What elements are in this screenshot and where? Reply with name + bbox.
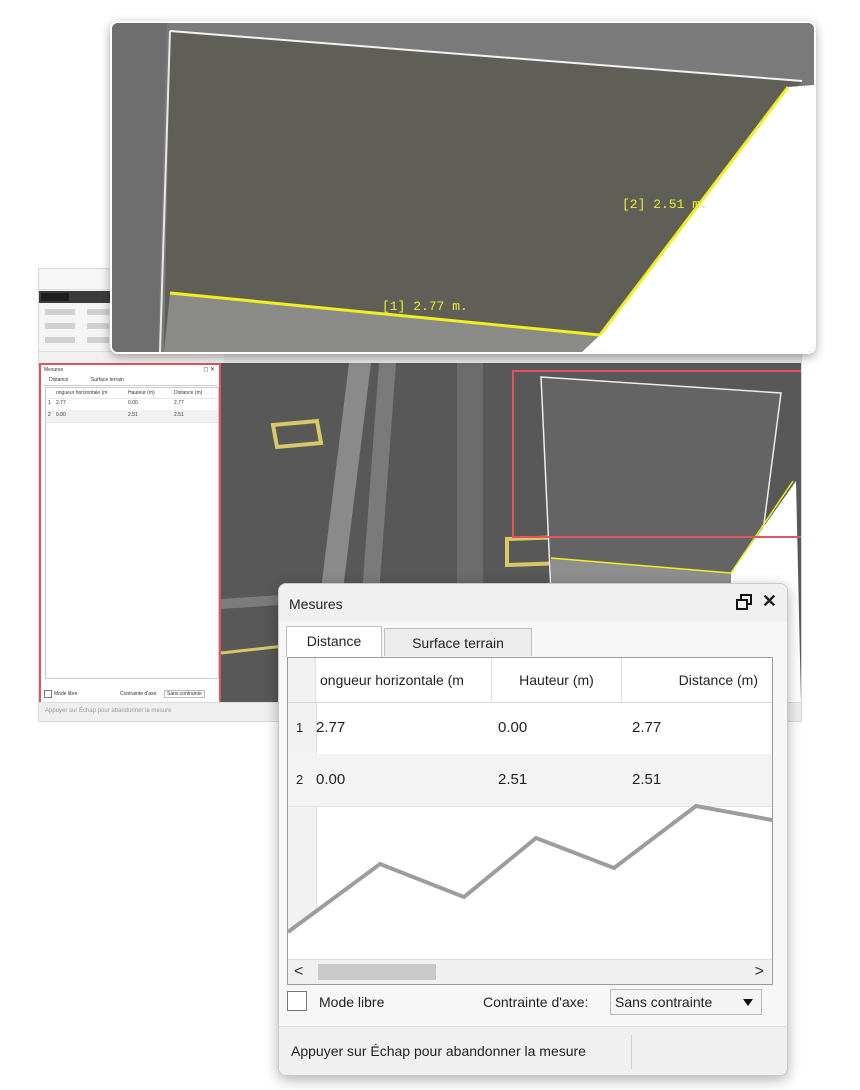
panel-options: Mode libre Contrainte d'axe: Sans contra…: [287, 987, 779, 1019]
axis-constraint-label: Contrainte d'axe:: [483, 994, 589, 1010]
mini-panel-footer: Mode libre Contrainte d'axe: Sans contra…: [44, 690, 218, 700]
mini-panel-title: Mesures: [44, 367, 64, 373]
mini-axis-label: Contrainte d'axe:: [120, 691, 158, 697]
bg-ribbon-item: [45, 337, 75, 343]
zoom-inset-building: [1] 2.77 m. [2] 2.51 m.: [110, 21, 816, 354]
bg-ribbon-item: [45, 309, 75, 315]
mini-cell: 2.77: [56, 400, 66, 406]
restore-window-icon[interactable]: [735, 593, 753, 611]
mini-cell: 0.00: [56, 412, 66, 418]
mini-panel-table: ongueur horizontale (m Hauteur (m) Dista…: [45, 387, 219, 679]
horizontal-scrollbar[interactable]: < >: [288, 959, 772, 984]
mini-cell: 0.00: [128, 400, 138, 406]
mini-measures-panel: Mesures ◻ ✕ Distance Surface terrain ong…: [39, 363, 221, 705]
mini-row-2: 2 0.00 2.51 2.51: [46, 410, 218, 423]
mini-free-label: Mode libre: [54, 691, 78, 697]
scroll-thumb[interactable]: [318, 964, 436, 980]
bg-ribbon-item: [87, 323, 109, 329]
mini-col-3: Distance (m): [174, 390, 203, 396]
axis-constraint-select[interactable]: Sans contrainte: [610, 989, 762, 1015]
panel-title: Mesures: [289, 596, 343, 612]
status-separator: [631, 1035, 632, 1069]
free-mode-label: Mode libre: [319, 994, 385, 1010]
bg-ribbon-item: [87, 337, 109, 343]
measure-label-2: [2] 2.51 m.: [622, 197, 708, 212]
mini-cell: 2.51: [174, 412, 184, 418]
measure-label-1: [1] 2.77 m.: [382, 299, 468, 314]
bg-ribbon-tab: [75, 293, 99, 301]
mini-axis-select: Sans contrainte: [164, 690, 205, 698]
bg-status-text: Appuyer sur Échap pour abandonner la mes…: [45, 708, 172, 714]
measures-panel: Mesures ✕ Distance Surface terrain ongue…: [278, 583, 788, 1076]
panel-titlebar: Mesures ✕: [279, 584, 787, 622]
bg-ribbon-tab: [41, 293, 69, 301]
tab-surface-terrain[interactable]: Surface terrain: [384, 628, 532, 656]
free-mode-checkbox[interactable]: [287, 991, 307, 1011]
mini-cell: 2.51: [128, 412, 138, 418]
panel-statusbar: Appuyer sur Échap pour abandonner la mes…: [279, 1026, 787, 1075]
mini-tab-distance: Distance: [49, 377, 69, 383]
bg-ribbon-item: [45, 323, 75, 329]
close-icon[interactable]: ✕: [762, 592, 777, 610]
tab-distance[interactable]: Distance: [286, 626, 382, 657]
mini-row-index: 1: [48, 400, 51, 406]
mini-col-1: ongueur horizontale (m: [56, 390, 108, 396]
mini-tab-surface: Surface terrain: [91, 377, 124, 383]
panel-tabs: Distance Surface terrain: [285, 624, 779, 658]
chevron-down-icon: [743, 999, 753, 1006]
axis-constraint-value: Sans contrainte: [615, 994, 713, 1010]
mini-panel-tabs: Distance Surface terrain: [43, 376, 217, 386]
mini-free-check: [44, 690, 52, 698]
mini-col-2: Hauteur (m): [128, 390, 155, 396]
torn-edge-overlay: [288, 803, 772, 984]
mini-row-index: 2: [48, 412, 51, 418]
status-text: Appuyer sur Échap pour abandonner la mes…: [291, 1043, 586, 1059]
measurement-table: ongueur horizontale (m Hauteur (m) Dista…: [287, 657, 773, 985]
bg-ribbon-item: [87, 309, 109, 315]
mini-cell: 2.77: [174, 400, 184, 406]
scroll-left-arrow[interactable]: <: [294, 963, 303, 981]
scroll-right-arrow[interactable]: >: [755, 963, 764, 981]
mini-panel-controls: ◻ ✕: [203, 367, 215, 373]
